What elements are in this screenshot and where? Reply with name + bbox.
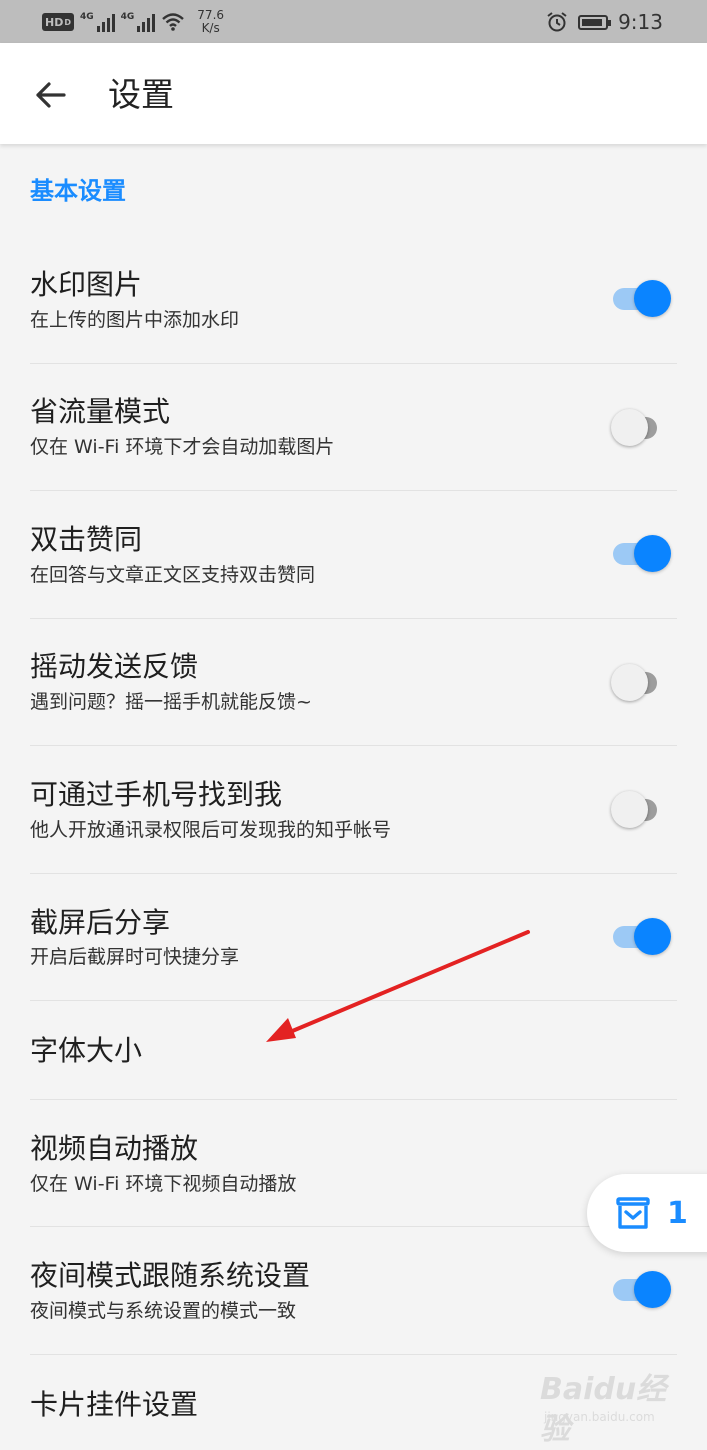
setting-watermark-images[interactable]: 水印图片 在上传的图片中添加水印 [0, 236, 707, 364]
page-title: 设置 [108, 75, 174, 114]
alarm-icon [547, 12, 567, 32]
setting-double-tap-upvote[interactable]: 双击赞同 在回答与文章正文区支持双击赞同 [0, 491, 707, 619]
toggle-switch-off[interactable] [611, 663, 671, 703]
setting-subtitle: 在回答与文章正文区支持双击赞同 [30, 564, 316, 586]
toggle-switch-on[interactable] [613, 1270, 671, 1310]
setting-title: 可通过手机号找到我 [30, 778, 283, 811]
setting-title: 截屏后分享 [30, 906, 171, 939]
app-bar: 设置 [0, 43, 707, 144]
hd-badge: HD D [42, 13, 74, 31]
signal-icon: 4G [80, 12, 115, 32]
setting-subtitle: 开启后截屏时可快捷分享 [30, 946, 240, 968]
battery-icon [578, 14, 612, 30]
status-bar-left: HD D 4G 4G 77.6 K/s [42, 8, 224, 36]
setting-data-saver[interactable]: 省流量模式 仅在 Wi-Fi 环境下才会自动加载图片 [0, 364, 707, 491]
setting-subtitle: 遇到问题？摇一摇手机就能反馈~ [30, 691, 312, 713]
section-title-basic: 基本设置 [30, 177, 126, 205]
setting-font-size[interactable]: 字体大小 [0, 1001, 707, 1100]
setting-title: 卡片挂件设置 [30, 1388, 199, 1421]
status-bar: HD D 4G 4G 77.6 K/s 9:13 [0, 0, 707, 43]
setting-title: 水印图片 [30, 268, 143, 301]
back-button[interactable] [24, 73, 76, 117]
inbox-icon [616, 1197, 650, 1229]
baidu-watermark: Baidu经验 jingyan.baidu.com [540, 1370, 680, 1447]
setting-night-mode-follow-system[interactable]: 夜间模式跟随系统设置 夜间模式与系统设置的模式一致 [0, 1227, 707, 1355]
setting-title: 省流量模式 [30, 395, 171, 428]
setting-title: 摇动发送反馈 [30, 650, 199, 683]
setting-subtitle: 仅在 Wi-Fi 环境下才会自动加载图片 [30, 436, 335, 458]
setting-subtitle: 夜间模式与系统设置的模式一致 [30, 1300, 297, 1322]
toggle-switch-off[interactable] [611, 790, 671, 830]
setting-shake-feedback[interactable]: 摇动发送反馈 遇到问题？摇一摇手机就能反馈~ [0, 619, 707, 746]
clock: 9:13 [618, 10, 663, 34]
network-speed: 77.6 K/s [197, 8, 225, 35]
setting-title: 双击赞同 [30, 523, 143, 556]
toggle-switch-on[interactable] [613, 917, 671, 957]
watermark-url: jingyan.baidu.com [544, 1410, 655, 1424]
toggle-switch-on[interactable] [613, 534, 671, 574]
floating-inbox-button[interactable]: 1 [587, 1174, 707, 1252]
status-bar-right: 9:13 [546, 8, 663, 36]
arrow-left-icon [36, 82, 66, 108]
settings-list: 水印图片 在上传的图片中添加水印 省流量模式 仅在 Wi-Fi 环境下才会自动加… [0, 236, 707, 1435]
wifi-icon [162, 13, 185, 31]
toggle-switch-off[interactable] [611, 408, 671, 448]
setting-findable-by-phone[interactable]: 可通过手机号找到我 他人开放通讯录权限后可发现我的知乎帐号 [0, 746, 707, 874]
signal-icon: 4G [121, 12, 156, 32]
setting-screenshot-share[interactable]: 截屏后分享 开启后截屏时可快捷分享 [0, 874, 707, 1001]
setting-subtitle: 仅在 Wi-Fi 环境下视频自动播放 [30, 1173, 297, 1195]
setting-title: 字体大小 [30, 1034, 143, 1067]
inbox-count: 1 [667, 1195, 688, 1231]
setting-title: 视频自动播放 [30, 1132, 199, 1165]
toggle-switch-on[interactable] [613, 279, 671, 319]
setting-subtitle: 在上传的图片中添加水印 [30, 309, 240, 331]
setting-subtitle: 他人开放通讯录权限后可发现我的知乎帐号 [30, 819, 392, 841]
setting-title: 夜间模式跟随系统设置 [30, 1259, 311, 1292]
